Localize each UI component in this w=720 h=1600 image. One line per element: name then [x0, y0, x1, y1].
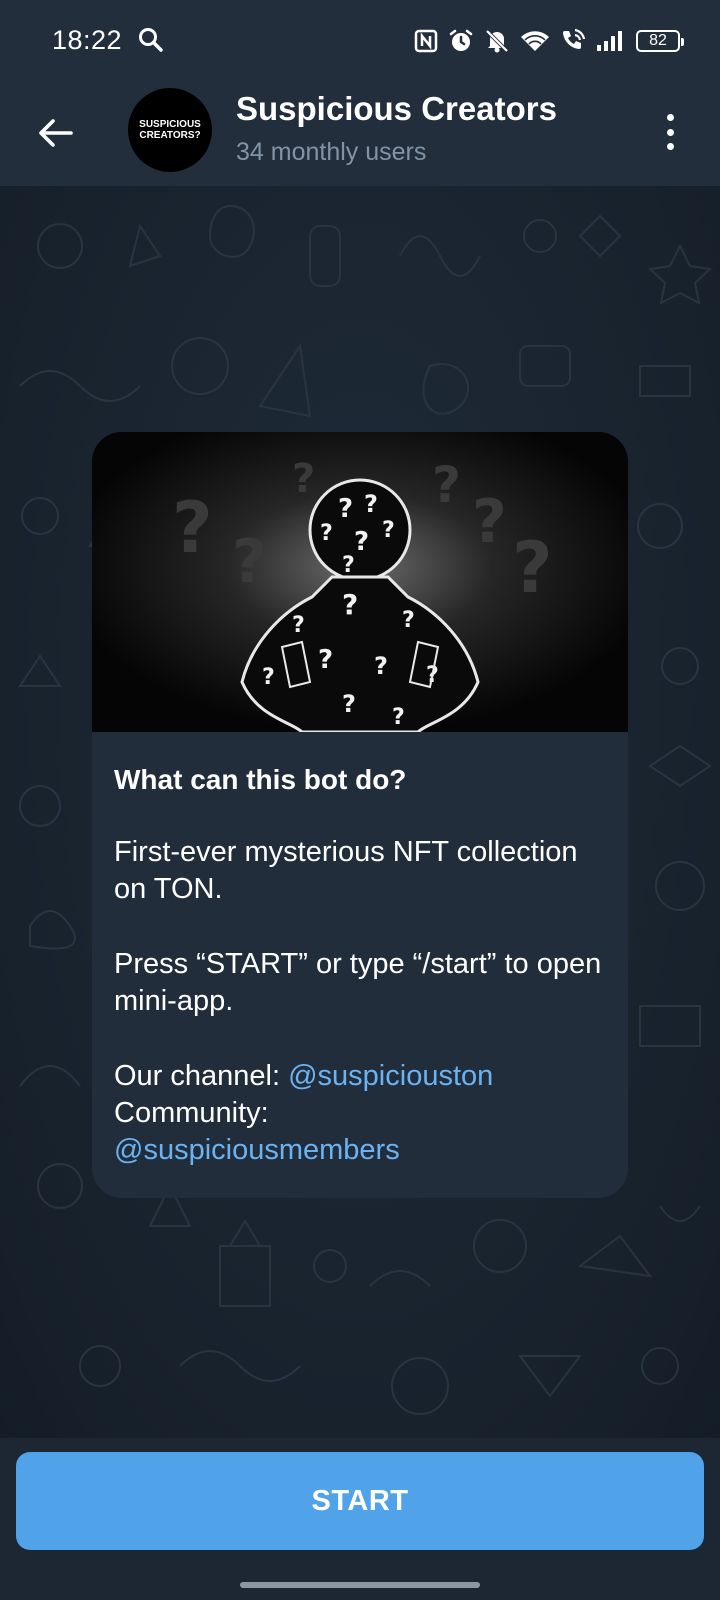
svg-text:?: ? — [320, 521, 333, 546]
more-options-button[interactable] — [658, 110, 682, 154]
svg-text:?: ? — [318, 645, 333, 675]
svg-text:?: ? — [374, 652, 388, 680]
chat-title-block[interactable]: Suspicious Creators 34 monthly users — [236, 90, 557, 167]
svg-text:?: ? — [262, 665, 275, 690]
status-icons: 82 — [414, 28, 684, 54]
card-heading: What can this bot do? — [114, 764, 407, 795]
chat-subtitle: 34 monthly users — [236, 138, 427, 166]
battery-level: 82 — [649, 32, 667, 49]
status-time: 18:22 — [52, 24, 123, 55]
svg-text:?: ? — [364, 490, 378, 518]
nfc-icon — [414, 29, 438, 53]
dot-icon — [666, 143, 674, 150]
svg-text:?: ? — [342, 553, 355, 578]
community-label: Community: — [114, 1097, 269, 1129]
chat-title: Suspicious Creators — [236, 90, 557, 127]
svg-text:?: ? — [382, 518, 395, 543]
svg-text:?: ? — [338, 494, 353, 524]
back-button[interactable] — [30, 108, 80, 158]
mute-icon — [485, 29, 509, 53]
battery-icon: 82 — [636, 30, 684, 52]
dot-icon — [666, 128, 674, 136]
wifi-icon — [521, 31, 549, 51]
community-link[interactable]: @suspiciousmembers — [114, 1134, 400, 1166]
channel-label: Our channel: — [114, 1060, 289, 1092]
search-icon — [139, 28, 163, 52]
svg-text:?: ? — [354, 527, 369, 557]
channel-link[interactable]: @suspiciouston — [288, 1060, 493, 1092]
svg-text:?: ? — [472, 487, 507, 557]
avatar-logo: SUSPICIOUS CREATORS? — [139, 119, 201, 141]
svg-text:?: ? — [292, 456, 315, 502]
bot-cover-image: ? ? ? ? ? ? ? ? ? ? ? ? ? ? ? ? ? ? ? ? … — [92, 432, 628, 732]
svg-text:?: ? — [172, 487, 213, 569]
home-indicator[interactable] — [240, 1582, 480, 1588]
svg-text:?: ? — [432, 456, 461, 514]
card-description: First-ever mysterious NFT collection on … — [114, 836, 578, 905]
chat-header: SUSPICIOUS CREATORS? Suspicious Creators… — [0, 80, 720, 186]
signal-icon — [597, 31, 622, 51]
svg-text:?: ? — [392, 705, 405, 730]
svg-text:?: ? — [292, 613, 305, 638]
svg-text:?: ? — [512, 527, 553, 609]
card-instructions: Press “START” or type “/start” to open m… — [114, 948, 602, 1017]
svg-text:?: ? — [342, 588, 358, 621]
svg-text:?: ? — [232, 527, 267, 597]
svg-text:?: ? — [342, 690, 356, 718]
bottom-bar: START — [0, 1438, 720, 1600]
alarm-icon — [449, 29, 473, 51]
wifi-call-icon — [563, 28, 586, 49]
dot-icon — [666, 114, 674, 121]
arrow-left-icon — [39, 119, 73, 147]
avatar[interactable]: SUSPICIOUS CREATORS? — [128, 88, 212, 172]
start-button[interactable]: START — [16, 1452, 704, 1550]
svg-text:?: ? — [402, 608, 415, 633]
bot-info-card: ? ? ? ? ? ? ? ? ? ? ? ? ? ? ? ? ? ? ? ? … — [92, 432, 628, 1198]
chat-background: ? ? ? ? ? ? ? ? ? ? ? ? ? ? ? ? ? ? ? ? … — [0, 186, 720, 1438]
card-links: Our channel: @suspiciouston Community: @… — [114, 1058, 606, 1169]
status-bar: 18:22 82 — [0, 0, 720, 80]
mystery-figure-image: ? ? ? ? ? ? ? ? ? ? ? ? ? ? ? ? ? ? ? ? … — [92, 432, 628, 732]
